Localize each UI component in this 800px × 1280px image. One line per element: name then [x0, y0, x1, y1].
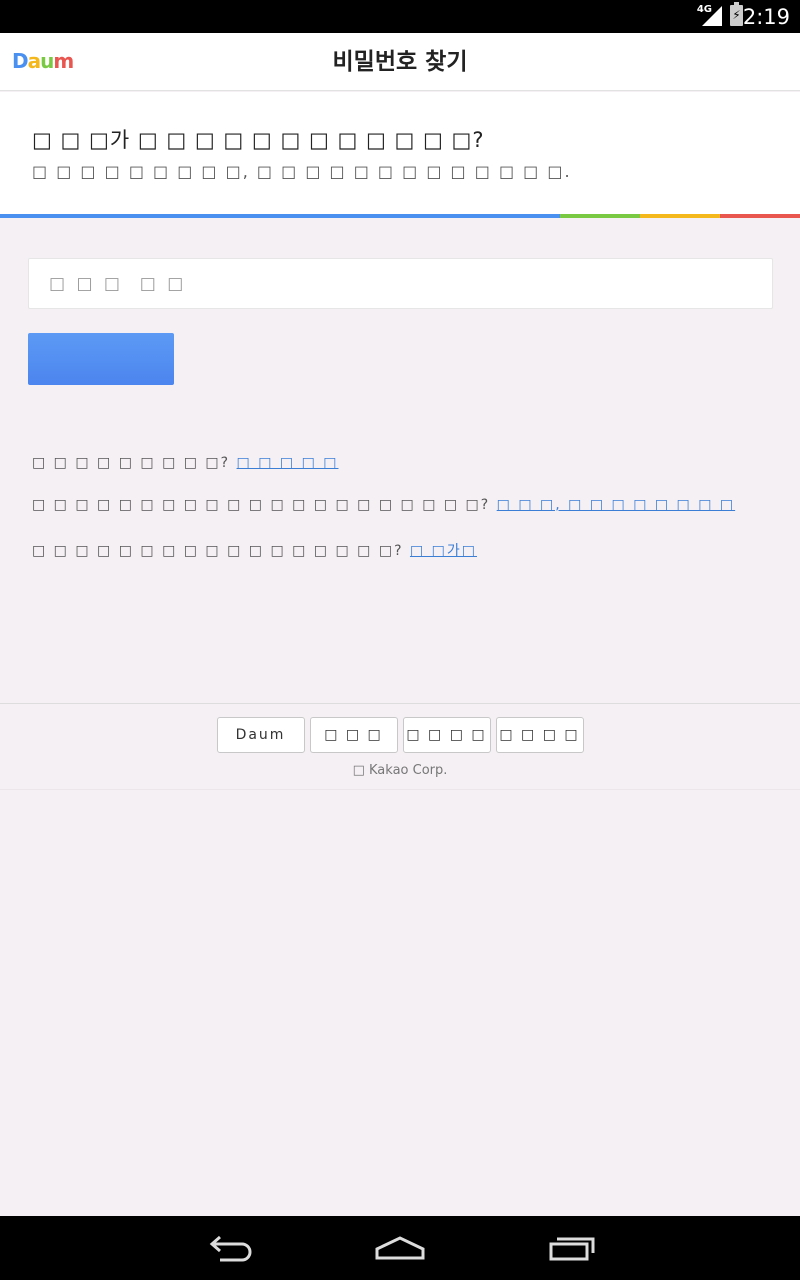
intro-description: □ □ □ □ □ □ □ □ □, □ □ □ □ □ □ □ □ □ □ □…: [32, 162, 572, 181]
footer-button-2[interactable]: □ □ □: [309, 717, 398, 753]
app-header: 비밀번호 찾기 Daum: [0, 33, 800, 91]
footer-button-daum[interactable]: Daum: [216, 717, 305, 753]
status-clock: 2:19: [742, 5, 790, 29]
intro-headline: □ □ □가 □ □ □ □ □ □ □ □ □ □ □ □?: [32, 128, 485, 152]
signal-icon: [702, 6, 722, 26]
battery-charging-icon: [730, 2, 743, 26]
home-icon[interactable]: [345, 1216, 455, 1280]
footer: Daum □ □ □ □ □ □ □ □ □ □ □ □ Kakao Corp.: [0, 704, 800, 790]
back-icon[interactable]: [175, 1216, 285, 1280]
copyright: □ Kakao Corp.: [352, 763, 448, 778]
page-title: 비밀번호 찾기: [332, 49, 468, 75]
id-input[interactable]: [28, 258, 773, 309]
help-customer-center: □ □ □ □ □ □ □ □ □ □ □ □ □ □ □ □ □? □ □가□: [32, 540, 477, 560]
daum-logo[interactable]: Daum: [12, 50, 74, 72]
help-link[interactable]: □ □ □, □ □ □ □ □ □ □ □: [497, 497, 735, 513]
help-text: □ □ □ □ □ □ □ □ □ □ □ □ □ □ □ □ □?: [32, 543, 404, 559]
footer-links: Daum □ □ □ □ □ □ □ □ □ □ □: [0, 717, 800, 753]
help-link[interactable]: □ □ □ □ □: [237, 455, 339, 471]
footer-button-3[interactable]: □ □ □ □: [402, 717, 491, 753]
help-find-id: □ □ □ □ □ □ □ □ □? □ □ □ □ □: [32, 455, 339, 471]
status-bar: 4G 2:19: [0, 0, 800, 33]
intro-section: □ □ □가 □ □ □ □ □ □ □ □ □ □ □ □? □ □ □ □ …: [0, 92, 800, 214]
help-link[interactable]: □ □가□: [410, 543, 477, 559]
accent-segment-yellow: [640, 214, 720, 218]
next-button[interactable]: [28, 333, 174, 385]
recent-apps-icon[interactable]: [517, 1216, 627, 1280]
help-text: □ □ □ □ □ □ □ □ □?: [32, 455, 231, 471]
accent-color-bar: [0, 214, 800, 218]
help-text: □ □ □ □ □ □ □ □ □ □ □ □ □ □ □ □ □ □ □ □ …: [32, 497, 491, 513]
accent-segment-red: [720, 214, 800, 218]
navigation-bar: [0, 1216, 800, 1280]
accent-segment-blue: [0, 214, 560, 218]
help-account-recovery: □ □ □ □ □ □ □ □ □ □ □ □ □ □ □ □ □ □ □ □ …: [32, 497, 735, 513]
accent-segment-green: [560, 214, 640, 218]
footer-button-4[interactable]: □ □ □ □: [495, 717, 584, 753]
